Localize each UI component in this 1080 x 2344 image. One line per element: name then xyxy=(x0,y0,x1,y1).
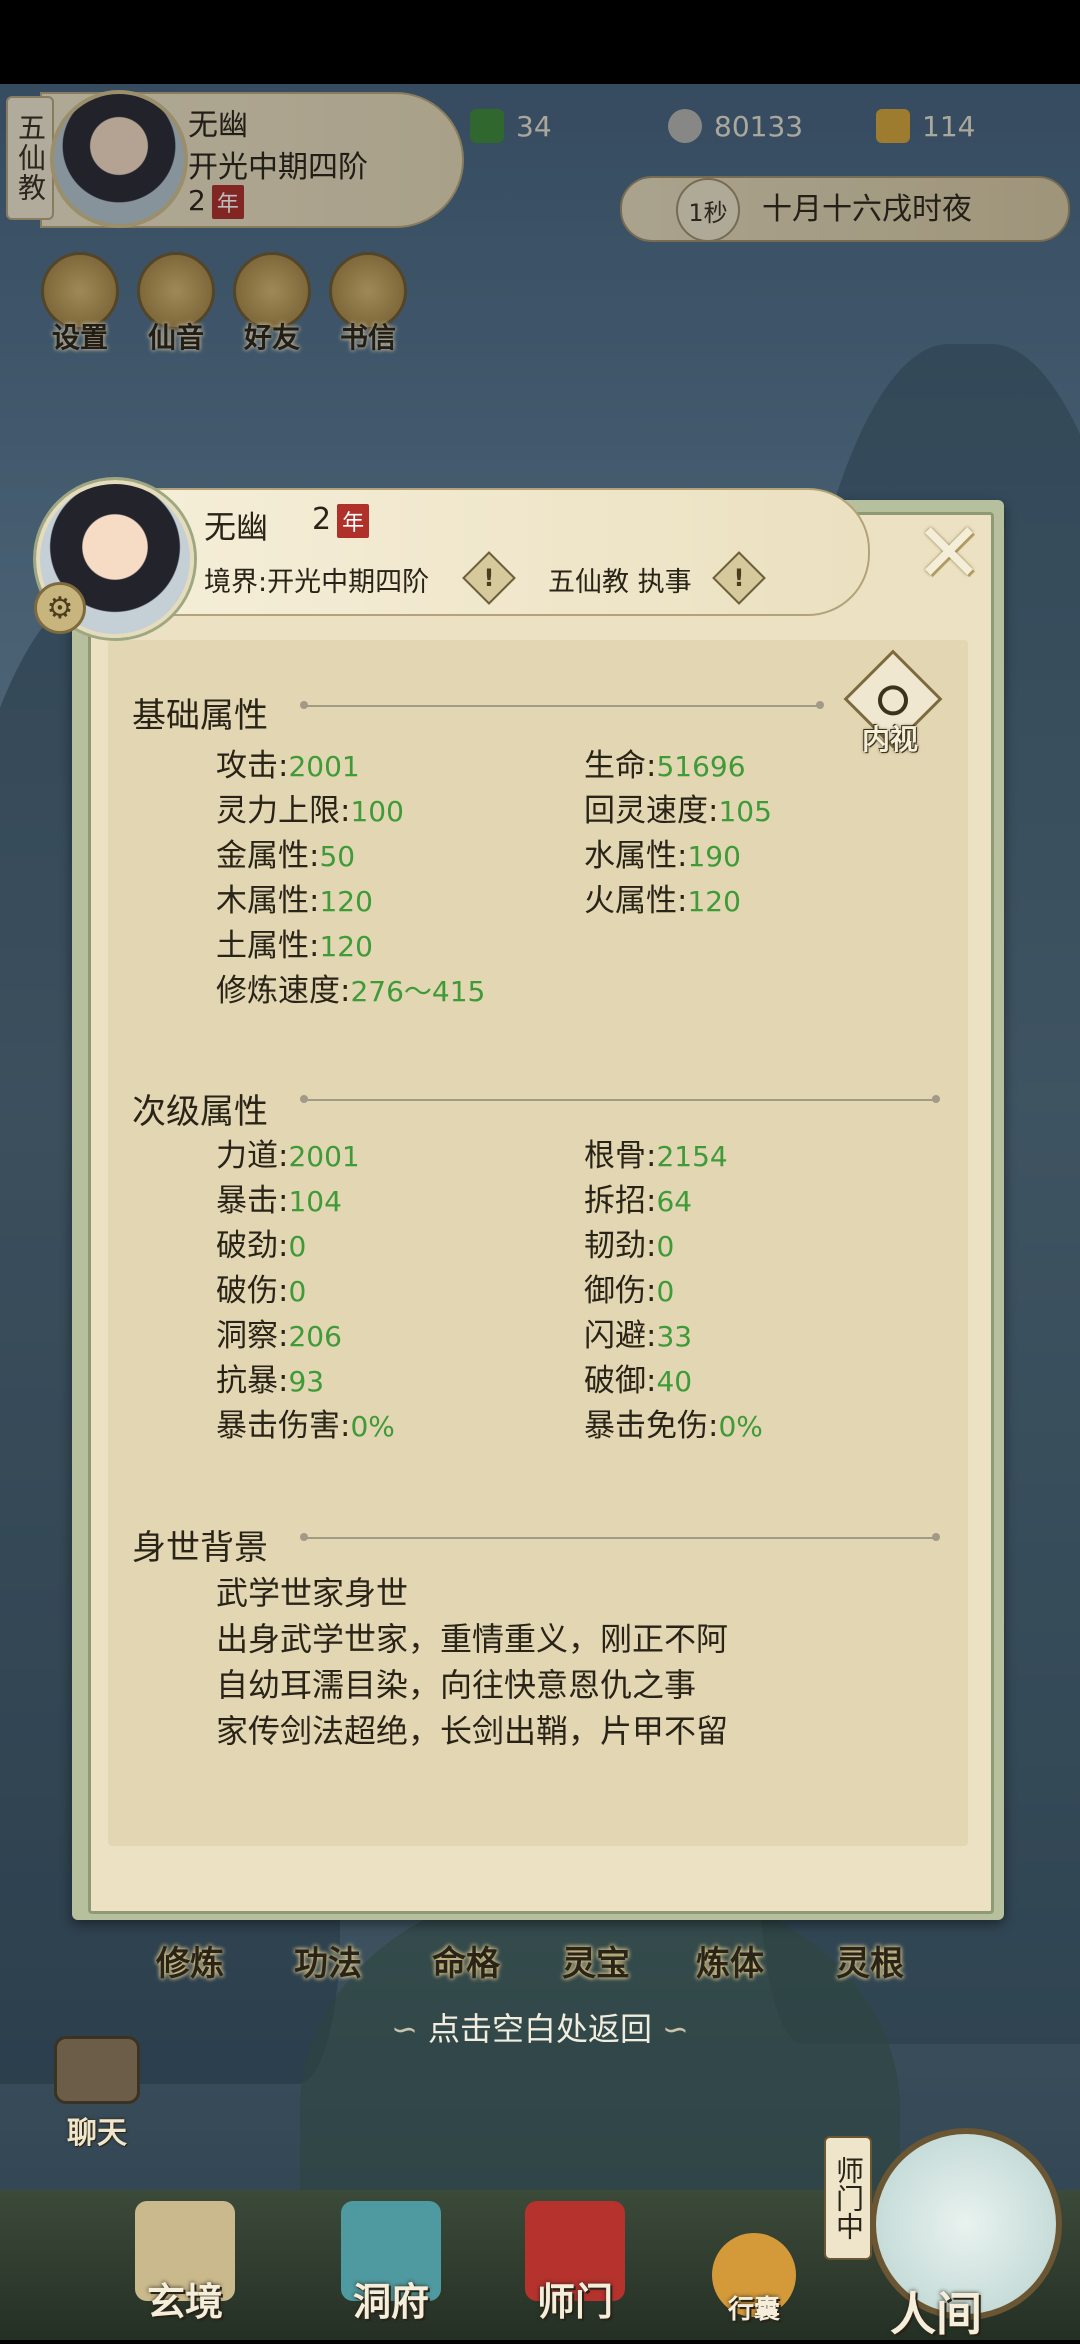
close-icon[interactable]: ✕ xyxy=(904,506,994,601)
stat-row: 闪避:33 xyxy=(584,1318,693,1354)
nav-dongfu[interactable]: 洞府 xyxy=(316,2201,466,2326)
character-name: 无幽 xyxy=(204,508,269,546)
stat-row: 暴击伤害:0% xyxy=(216,1408,395,1444)
nav-xingnang[interactable]: 行囊 xyxy=(694,2233,814,2326)
stat-row: 拆招:64 xyxy=(584,1183,693,1219)
chat-label: 聊天 xyxy=(67,2116,127,2151)
stat-row: 破御:40 xyxy=(584,1363,693,1399)
inner-view-button[interactable]: 内视 xyxy=(840,649,943,760)
stat-row: 金属性:50 xyxy=(216,838,356,874)
stat-row: 修炼速度:276～415 xyxy=(216,973,486,1009)
stat-row: 破伤:0 xyxy=(216,1273,307,1309)
nav-xuanjing[interactable]: 玄境 xyxy=(110,2201,260,2326)
nav-xingnang-label: 行囊 xyxy=(727,2295,780,2325)
nav-dongfu-label: 洞府 xyxy=(352,2280,429,2324)
tab-body[interactable]: 炼体 xyxy=(696,1936,764,1985)
stat-row: 攻击:2001 xyxy=(216,748,360,784)
tab-root[interactable]: 灵根 xyxy=(836,1936,904,1985)
stat-row: 火属性:120 xyxy=(584,883,741,919)
nav-xuanjing-label: 玄境 xyxy=(146,2280,223,2324)
divider xyxy=(300,1533,940,1541)
stat-row: 暴击:104 xyxy=(216,1183,342,1219)
tab-treasure[interactable]: 灵宝 xyxy=(562,1936,630,1985)
divider xyxy=(300,701,824,709)
inner-view-label: 内视 xyxy=(861,723,918,756)
stat-row: 木属性:120 xyxy=(216,883,373,919)
cultivation-tabs: 修炼 功法 命格 灵宝 炼体 灵根 xyxy=(150,1936,950,1996)
stat-row: 力道:2001 xyxy=(216,1138,360,1174)
basic-attributes-title: 基础属性 xyxy=(132,696,268,736)
character-sect-role: 五仙教 执事 xyxy=(548,567,692,598)
stat-row: 破劲:0 xyxy=(216,1228,307,1264)
stat-row: 根骨:2154 xyxy=(584,1138,728,1174)
stat-row: 水属性:190 xyxy=(584,838,741,874)
tab-fate[interactable]: 命格 xyxy=(432,1936,500,1985)
stat-row: 土属性:120 xyxy=(216,928,373,964)
stat-row: 御伤:0 xyxy=(584,1273,675,1309)
character-realm: 境界:开光中期四阶 xyxy=(204,567,430,598)
tab-skills[interactable]: 功法 xyxy=(294,1936,362,1985)
shimen-status-tag: 师门中 xyxy=(824,2136,872,2260)
return-hint-text: 点击空白处返回 xyxy=(427,2010,652,2048)
chat-icon xyxy=(54,2036,140,2104)
secondary-attributes-title: 次级属性 xyxy=(132,1092,268,1132)
nav-shimen-label: 师门 xyxy=(536,2280,613,2324)
stat-row: 韧劲:0 xyxy=(584,1228,675,1264)
nav-renjian-label: 人间 xyxy=(890,2287,982,2341)
year-badge: 年 xyxy=(337,503,370,538)
background-line: 出身武学世家，重情重义，刚正不阿 xyxy=(216,1620,729,1658)
return-hint[interactable]: ∽ 点击空白处返回 ∽ xyxy=(0,2004,1080,2050)
nav-shimen[interactable]: 师门 xyxy=(500,2201,650,2326)
background-line: 自幼耳濡目染，向往快意恩仇之事 xyxy=(216,1666,697,1704)
background-title: 身世背景 xyxy=(132,1528,268,1568)
age-number: 2 xyxy=(312,502,332,537)
background-line: 武学世家身世 xyxy=(216,1574,409,1612)
character-age: 2年 xyxy=(312,502,370,538)
stat-row: 暴击免伤:0% xyxy=(584,1408,763,1444)
stat-row: 回灵速度:105 xyxy=(584,793,772,829)
stat-row: 抗暴:93 xyxy=(216,1363,325,1399)
swirl-left-icon: ∽ xyxy=(391,2010,418,2048)
stat-row: 生命:51696 xyxy=(584,748,746,784)
background-line: 家传剑法超绝，长剑出鞘，片甲不留 xyxy=(216,1712,729,1750)
stat-row: 洞察:206 xyxy=(216,1318,342,1354)
gear-icon[interactable]: ⚙ xyxy=(34,582,86,634)
chat-button[interactable]: 聊天 xyxy=(52,2036,142,2151)
swirl-right-icon: ∽ xyxy=(662,2010,689,2048)
stat-row: 灵力上限:100 xyxy=(216,793,404,829)
tab-cultivate[interactable]: 修炼 xyxy=(156,1936,224,1985)
divider xyxy=(300,1095,940,1103)
